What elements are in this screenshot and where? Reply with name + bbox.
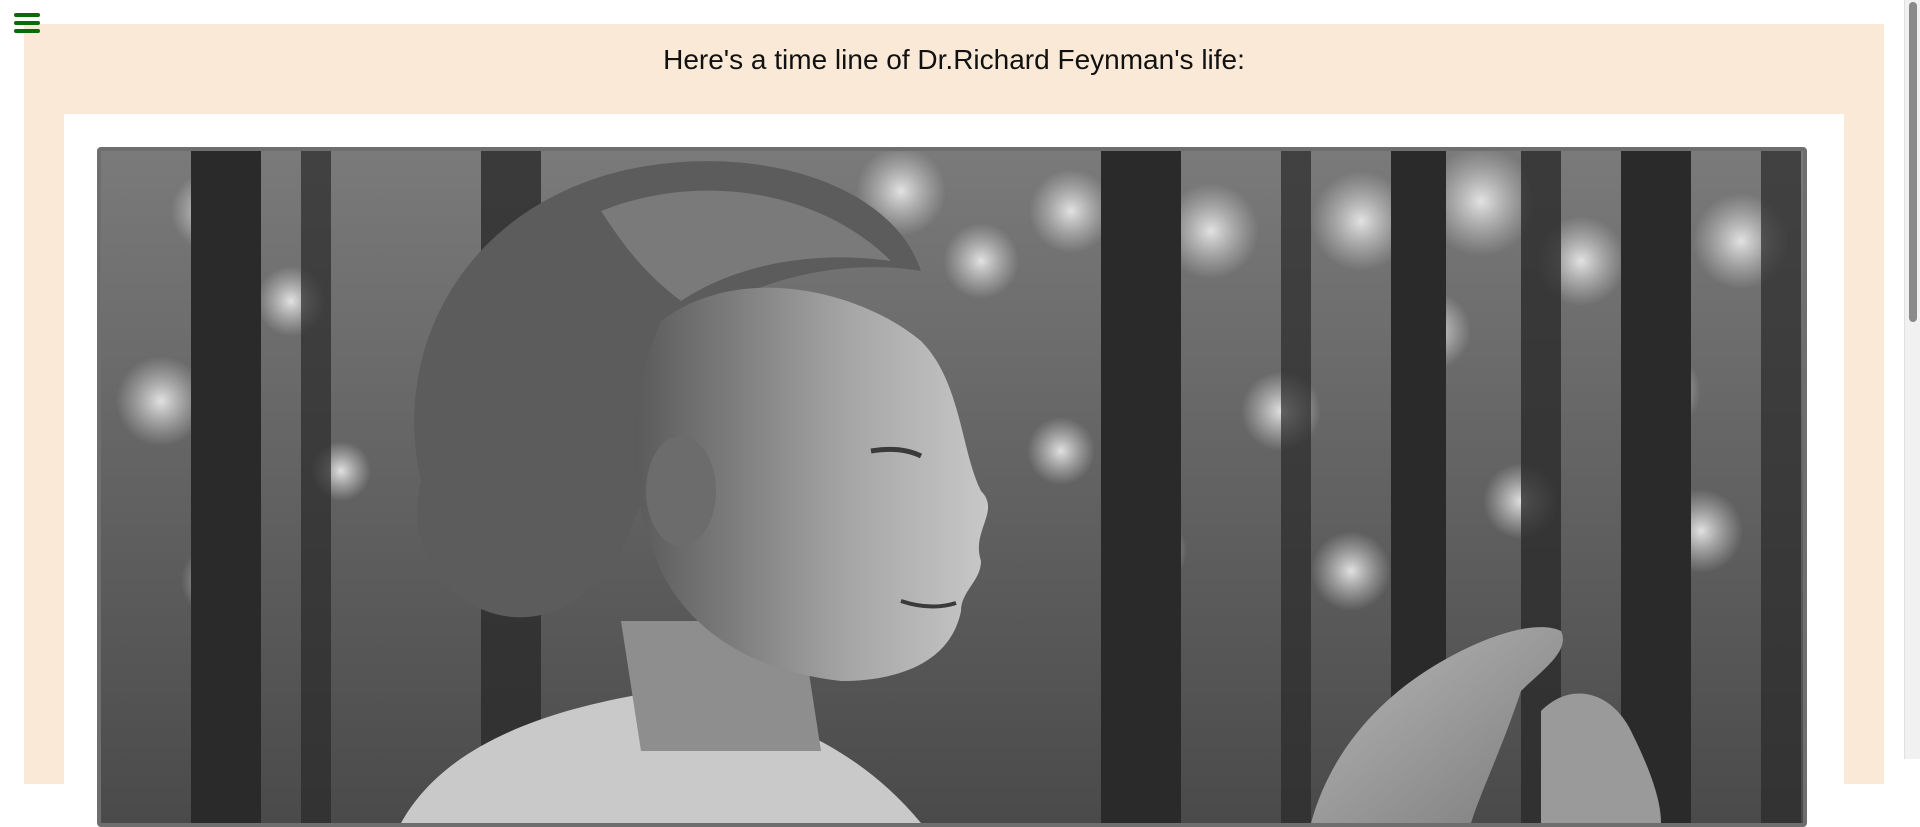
feynman-photo — [97, 147, 1807, 827]
scrollbar-thumb[interactable] — [1909, 2, 1917, 322]
page-title: Here's a time line of Dr.Richard Feynman… — [663, 44, 1245, 75]
ear — [646, 436, 716, 546]
timeline-page: Here's a time line of Dr.Richard Feynman… — [24, 24, 1884, 827]
vertical-scrollbar[interactable] — [1904, 0, 1920, 759]
menu-button[interactable] — [14, 11, 40, 35]
timeline-card — [64, 114, 1844, 827]
hamburger-menu-icon — [14, 11, 40, 35]
